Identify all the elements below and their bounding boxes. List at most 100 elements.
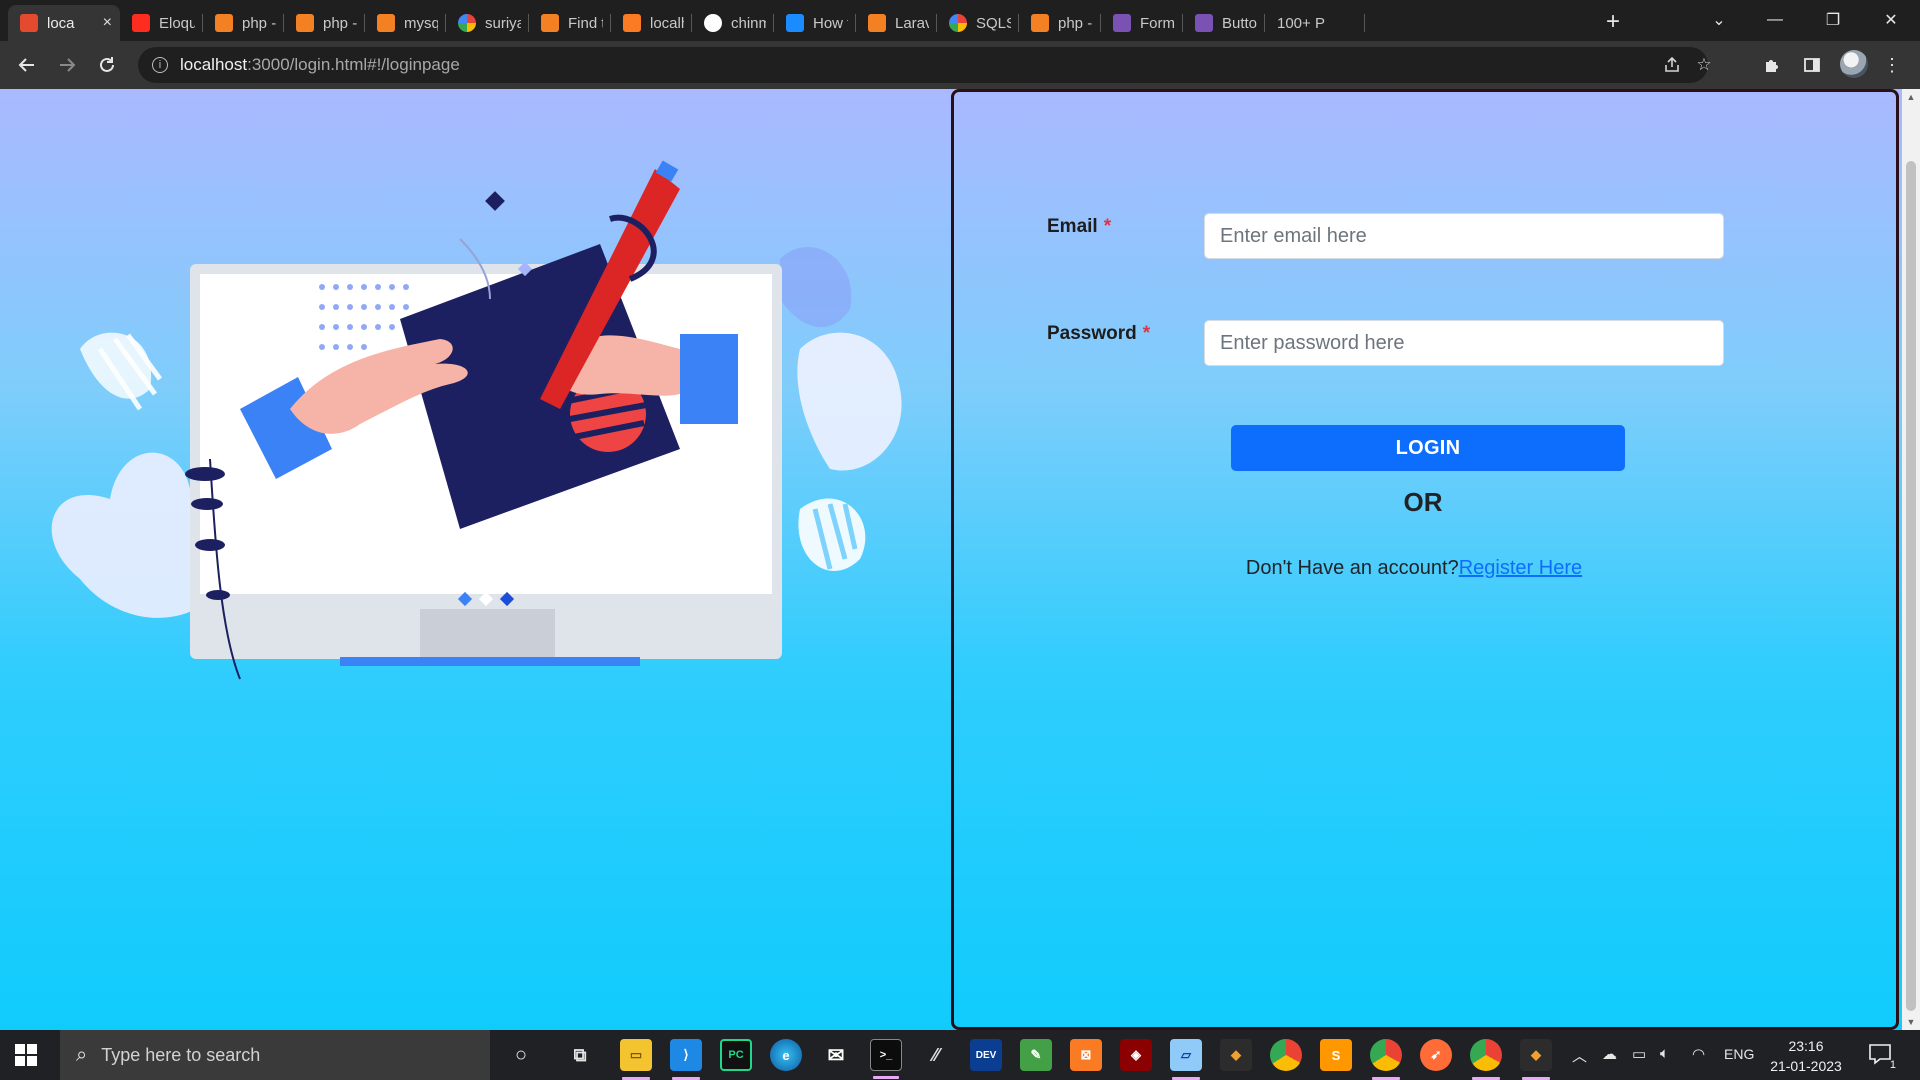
taskbar-clock[interactable]: 23:16 21-01-2023: [1760, 1036, 1852, 1076]
google-icon: [458, 14, 476, 32]
tab-title: php - H: [323, 14, 357, 32]
browser-tab[interactable]: How to: [774, 5, 856, 41]
tab-title: 100+ P: [1277, 14, 1325, 32]
close-window-button[interactable]: ✕: [1868, 5, 1914, 35]
browser-tab[interactable]: loca ×: [8, 5, 120, 41]
git-icon-2[interactable]: ◆: [1520, 1039, 1552, 1080]
password-field[interactable]: [1204, 320, 1724, 366]
register-link[interactable]: Register Here: [1459, 557, 1582, 579]
browser-tab[interactable]: SQLSTA: [937, 5, 1019, 41]
task-view-icon[interactable]: ⧉: [564, 1039, 596, 1071]
browser-tab[interactable]: Button: [1183, 5, 1265, 41]
browser-tab-strip: loca × Eloquer php - L php - H mysql - suriya …: [0, 0, 1920, 41]
browser-tab[interactable]: Find th: [529, 5, 611, 41]
extensions-puzzle-icon[interactable]: [1760, 53, 1784, 77]
cortana-circle-icon[interactable]: ○: [505, 1039, 537, 1071]
taskbar-search-placeholder: Type here to search: [101, 1044, 261, 1065]
stackoverflow-icon: [541, 14, 559, 32]
taskbar-search-box[interactable]: ⌕ Type here to search: [60, 1030, 490, 1080]
hero-illustration: [51, 160, 902, 680]
mail-icon[interactable]: ✉: [820, 1039, 852, 1071]
scrollbar-thumb[interactable]: [1906, 161, 1916, 1011]
chrome-icon[interactable]: [1270, 1039, 1302, 1071]
notification-center-icon[interactable]: 1: [1868, 1043, 1896, 1071]
browser-tab[interactable]: 100+ P: [1265, 5, 1365, 41]
git-icon[interactable]: ◆: [1220, 1039, 1252, 1071]
share-icon[interactable]: [1662, 55, 1682, 75]
minimize-button[interactable]: —: [1752, 5, 1798, 35]
login-form-panel: Email* Password* LOGIN OR Don't Have an …: [951, 89, 1899, 1030]
back-button[interactable]: [11, 49, 43, 81]
clock-date: 21-01-2023: [1770, 1058, 1842, 1074]
scroll-down-arrow-icon[interactable]: ▼: [1902, 1014, 1920, 1030]
browser-tab[interactable]: Form c: [1101, 5, 1183, 41]
reload-icon: [100, 57, 114, 72]
pen-app-icon[interactable]: ⁄⁄: [920, 1039, 952, 1071]
postman-icon[interactable]: ➹: [1420, 1039, 1452, 1071]
xampp-icon[interactable]: ⊠: [1070, 1039, 1102, 1071]
browser-tab[interactable]: Laravel: [856, 5, 937, 41]
tab-title: loca: [47, 14, 75, 32]
required-marker: *: [1103, 216, 1112, 237]
url-path: :3000/login.html#!/loginpage: [247, 55, 460, 74]
windows-start-icon[interactable]: [14, 1043, 38, 1067]
browser-tab[interactable]: php - L: [1019, 5, 1101, 41]
volume-icon[interactable]: 🔈︎: [1660, 1045, 1669, 1062]
stackoverflow-icon: [1031, 14, 1049, 32]
browser-tab[interactable]: suriya r: [446, 5, 529, 41]
browser-tab[interactable]: chinma: [692, 5, 774, 41]
app-red-icon[interactable]: ◈: [1120, 1039, 1152, 1071]
vscode-icon[interactable]: ⟩: [670, 1039, 702, 1080]
tab-title: chinma: [731, 14, 766, 32]
chrome-profile-icon[interactable]: [1370, 1039, 1402, 1080]
wifi-icon[interactable]: ◠: [1692, 1045, 1705, 1063]
sublime-text-icon[interactable]: S: [1320, 1039, 1352, 1071]
tab-title: php - L: [1058, 14, 1093, 32]
browser-tab[interactable]: localho: [611, 5, 692, 41]
site-info-icon[interactable]: i: [152, 57, 168, 73]
address-bar[interactable]: i localhost:3000/login.html#!/loginpage …: [138, 47, 1712, 83]
reload-button[interactable]: [91, 49, 123, 81]
menu-kebab-icon[interactable]: ⋮: [1880, 53, 1904, 77]
battery-icon[interactable]: ▭: [1632, 1045, 1646, 1063]
file-explorer-icon[interactable]: ▭: [620, 1039, 652, 1080]
forward-button[interactable]: [51, 49, 83, 81]
arrow-left-icon: [18, 58, 34, 72]
tab-title: Button: [1222, 14, 1257, 32]
bookmark-star-icon[interactable]: ☆: [1694, 55, 1714, 75]
tab-title: SQLSTA: [976, 14, 1011, 32]
restore-button[interactable]: ❐: [1810, 5, 1856, 35]
onedrive-cloud-icon[interactable]: ☁: [1602, 1045, 1617, 1063]
tab-search-button[interactable]: ⌄: [1696, 5, 1742, 35]
notification-count: 1: [1889, 1059, 1896, 1071]
email-field[interactable]: [1204, 213, 1724, 259]
paper-app-icon[interactable]: ▱: [1170, 1039, 1202, 1080]
google-icon: [949, 14, 967, 32]
github-icon: [704, 14, 722, 32]
browser-tab[interactable]: php - H: [284, 5, 365, 41]
devcpp-icon[interactable]: DEV: [970, 1039, 1002, 1071]
tab-close-icon[interactable]: ×: [103, 14, 112, 32]
browser-tab[interactable]: php - L: [203, 5, 284, 41]
tray-chevron-up-icon[interactable]: ︿: [1572, 1045, 1587, 1066]
medium-icon: [786, 14, 804, 32]
language-indicator[interactable]: ENG: [1724, 1046, 1754, 1062]
edge-icon[interactable]: e: [770, 1039, 802, 1071]
chrome-icon-2[interactable]: [1470, 1039, 1502, 1080]
login-button[interactable]: LOGIN: [1231, 425, 1625, 471]
clock-time: 23:16: [1788, 1038, 1824, 1054]
pycharm-icon[interactable]: PC: [720, 1039, 752, 1071]
bootstrap-icon: [1113, 14, 1131, 32]
page-scrollbar[interactable]: ▲ ▼: [1902, 89, 1920, 1030]
browser-tab[interactable]: mysql -: [365, 5, 446, 41]
side-panel-icon[interactable]: [1800, 53, 1824, 77]
browser-tab[interactable]: Eloquer: [120, 5, 203, 41]
new-tab-button[interactable]: +: [1599, 8, 1627, 36]
laravel-icon: [20, 14, 38, 32]
or-divider-text: OR: [1403, 487, 1443, 517]
profile-avatar[interactable]: [1840, 50, 1868, 78]
notepadpp-icon[interactable]: ✎: [1020, 1039, 1052, 1071]
xampp-icon: [623, 14, 641, 32]
scroll-up-arrow-icon[interactable]: ▲: [1902, 89, 1920, 105]
terminal-icon[interactable]: >_: [870, 1039, 902, 1079]
